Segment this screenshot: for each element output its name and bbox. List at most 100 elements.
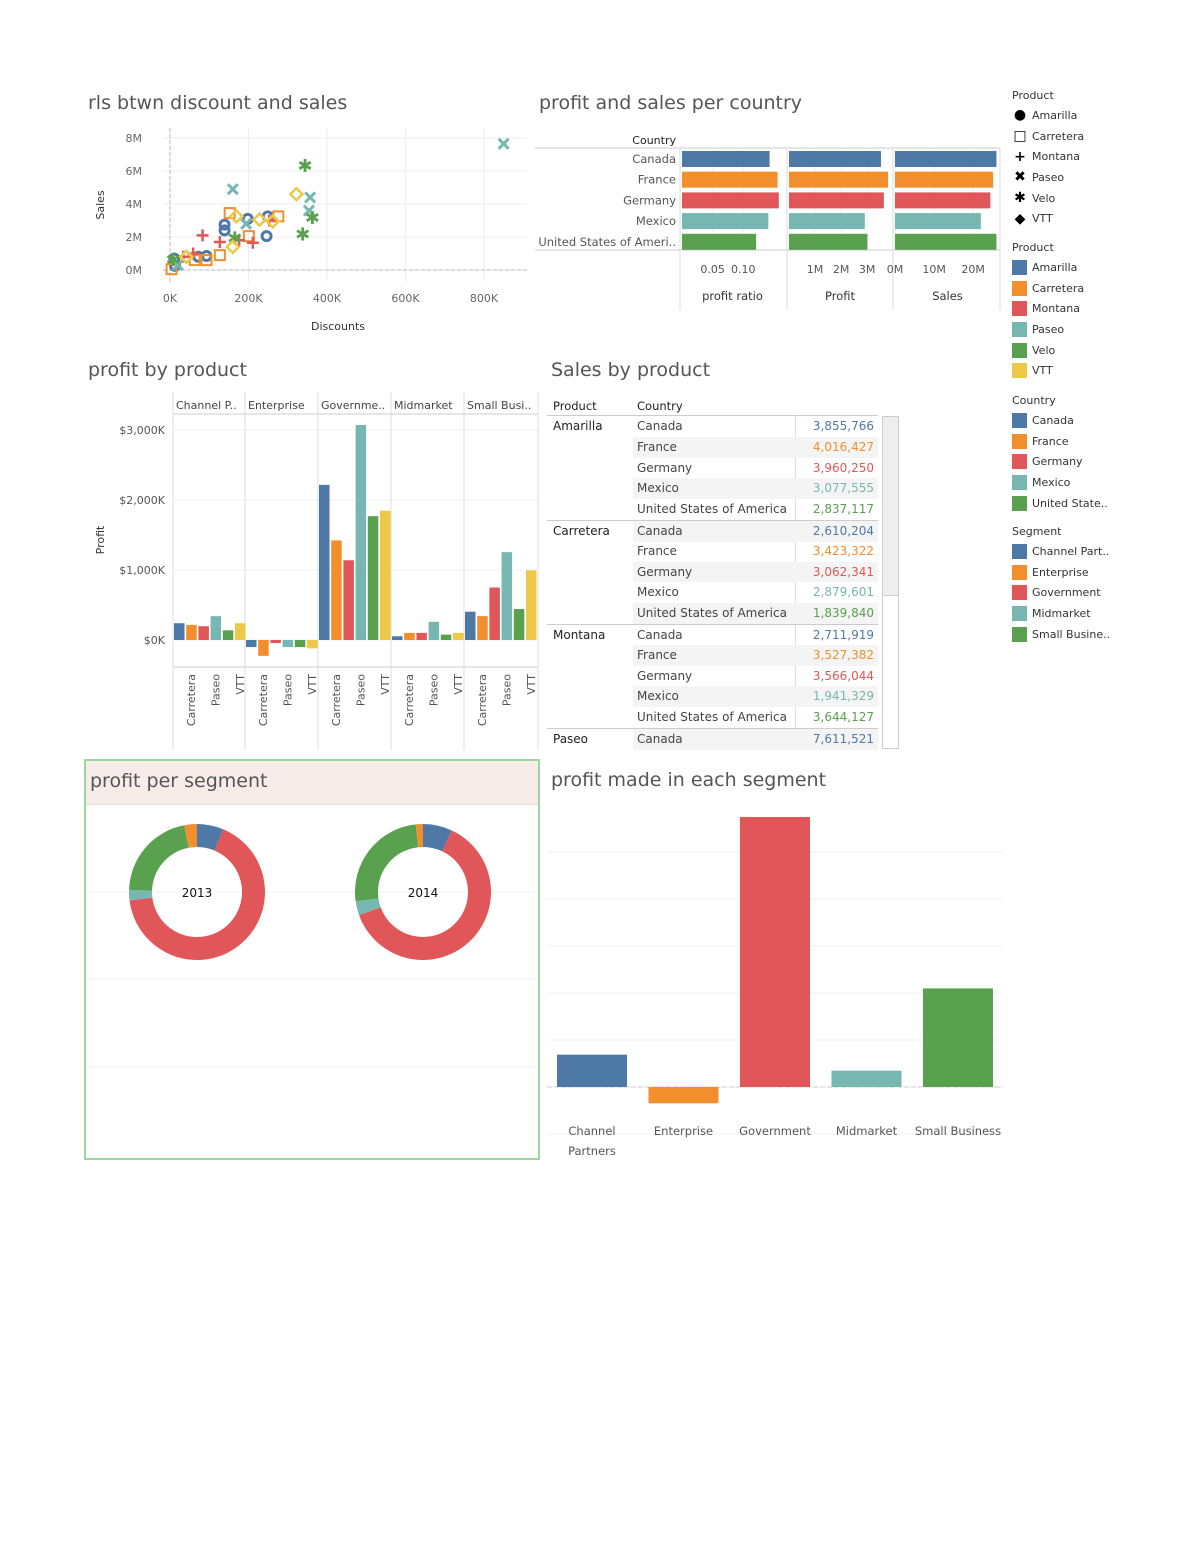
product-bar bbox=[526, 570, 537, 640]
panel-header: Midmarket bbox=[394, 399, 453, 412]
point-velo: ✱ bbox=[295, 225, 310, 246]
country-cell: United States of America bbox=[637, 502, 787, 517]
point-velo: ✱ bbox=[297, 156, 312, 177]
legend-item[interactable]: Amarilla bbox=[1012, 257, 1084, 278]
product-cell: Montana bbox=[553, 628, 606, 642]
x-tick-label: 200K bbox=[234, 292, 263, 305]
tick-label: 10M bbox=[922, 263, 946, 276]
legend-item[interactable]: + Montana bbox=[1012, 146, 1084, 167]
donut-charts: 2013 2014 bbox=[86, 824, 538, 1068]
point-amarilla bbox=[260, 230, 273, 243]
panel-header: Governme.. bbox=[321, 399, 385, 412]
y-tick-label: 6M bbox=[126, 165, 143, 178]
sales-cell: 3,644,127 bbox=[812, 710, 874, 725]
color-swatch bbox=[1012, 474, 1027, 490]
table-row: France 4,016,427 bbox=[547, 436, 878, 458]
product-bar bbox=[222, 630, 234, 640]
legend-item[interactable]: □ Carretera bbox=[1012, 126, 1084, 147]
country-cell: Germany bbox=[637, 460, 693, 475]
color-swatch bbox=[1012, 321, 1027, 337]
table-scrollbar[interactable] bbox=[882, 416, 899, 749]
scrollbar-thumb[interactable] bbox=[883, 417, 898, 596]
product-bar bbox=[343, 560, 354, 640]
product-bar bbox=[307, 640, 318, 649]
country-bar bbox=[682, 171, 778, 188]
product-bar bbox=[331, 540, 342, 640]
legend-item[interactable]: ✱ Velo bbox=[1012, 188, 1084, 209]
legend-label: Mexico bbox=[1032, 475, 1071, 489]
x-tick-label: Paseo bbox=[282, 674, 295, 706]
x-tick-label: Carretera bbox=[257, 674, 270, 726]
country-cell: France bbox=[637, 439, 677, 454]
legend-item[interactable]: ● Amarilla bbox=[1012, 105, 1084, 126]
product-profit-title: profit by product bbox=[88, 359, 247, 381]
legend-item[interactable]: ✖ Paseo bbox=[1012, 167, 1084, 188]
panel-header: Enterprise bbox=[248, 399, 305, 412]
legend-title: Product bbox=[1012, 241, 1054, 254]
color-swatch bbox=[1012, 433, 1027, 449]
legend-item[interactable]: Paseo bbox=[1012, 319, 1084, 340]
x-tick-label: Paseo bbox=[355, 674, 368, 706]
legend-segment-color: Segment Channel Part.. Enterprise Governme… bbox=[1012, 525, 1110, 644]
legend-item[interactable]: Canada bbox=[1012, 410, 1108, 431]
product-bar bbox=[380, 510, 391, 640]
legend-item[interactable]: Channel Part.. bbox=[1012, 541, 1110, 562]
color-swatch bbox=[1012, 280, 1027, 296]
legend-item[interactable]: Germany bbox=[1012, 451, 1108, 472]
country-cell: Germany bbox=[637, 564, 693, 579]
table-row: Germany 3,960,250 bbox=[547, 458, 878, 479]
product-bar bbox=[489, 587, 500, 640]
sales-cell: 3,062,341 bbox=[812, 564, 874, 579]
header-country: Country bbox=[637, 399, 683, 413]
point-vtt bbox=[228, 208, 245, 225]
circle-icon: ● bbox=[1013, 107, 1027, 124]
table-row: United States of America 2,837,117 bbox=[547, 499, 878, 520]
legend-item[interactable]: Enterprise bbox=[1012, 562, 1110, 583]
product-bar bbox=[294, 640, 306, 648]
legend-label: Velo bbox=[1032, 191, 1056, 205]
product-bar bbox=[392, 636, 403, 640]
legend-item[interactable]: Montana bbox=[1012, 298, 1084, 319]
country-cell: Mexico bbox=[637, 689, 679, 704]
legend-label: Montana bbox=[1032, 150, 1080, 164]
country-label: Mexico bbox=[636, 214, 676, 228]
scatter-chart: 0K 200K 400K 600K 800K 0M 2M 4M 6M 8M Discounts Sal… bbox=[94, 128, 527, 333]
sales-cell: 2,837,117 bbox=[812, 502, 874, 517]
country-bar bbox=[789, 151, 881, 167]
legend-item[interactable]: Mexico bbox=[1012, 472, 1108, 493]
legend-label: Velo bbox=[1032, 343, 1056, 357]
x-tick-label: Paseo bbox=[210, 674, 223, 706]
product-bar bbox=[404, 632, 415, 640]
y-tick-label: $3,000K bbox=[119, 424, 165, 437]
legend-label: Montana bbox=[1032, 302, 1080, 316]
legend-country-color: Country Canada France Germany Mexico United … bbox=[1012, 394, 1108, 513]
sales-cell: 4,016,427 bbox=[812, 439, 874, 454]
legend-label: France bbox=[1032, 434, 1069, 448]
legend-item[interactable]: VTT bbox=[1012, 360, 1084, 381]
product-bar bbox=[198, 626, 209, 640]
legend-item[interactable]: Small Busine.. bbox=[1012, 624, 1110, 645]
tick-label: 3M bbox=[859, 263, 876, 276]
legend-label: Paseo bbox=[1032, 170, 1065, 184]
legend-item[interactable]: United State.. bbox=[1012, 493, 1108, 514]
legend-label: United State.. bbox=[1032, 496, 1108, 510]
legend-item[interactable]: Midmarket bbox=[1012, 603, 1110, 624]
legend-label: Midmarket bbox=[1032, 606, 1091, 620]
legend-label: Canada bbox=[1032, 413, 1074, 427]
country-label: France bbox=[638, 173, 676, 187]
legend-item[interactable]: France bbox=[1012, 431, 1108, 452]
y-tick-label: 8M bbox=[126, 132, 143, 145]
point-vtt bbox=[288, 186, 305, 202]
legend-item[interactable]: Government bbox=[1012, 582, 1110, 603]
product-bar bbox=[282, 640, 294, 648]
country-bar bbox=[789, 213, 865, 230]
legend-item[interactable]: Velo bbox=[1012, 340, 1084, 361]
country-bar bbox=[789, 192, 884, 209]
sales-cell: 3,960,250 bbox=[812, 460, 874, 475]
legend-label: Amarilla bbox=[1032, 260, 1078, 274]
tick-label: 1M bbox=[807, 263, 824, 276]
legend-item[interactable]: ◆ VTT bbox=[1012, 208, 1084, 229]
segment-bar-title: profit made in each segment bbox=[551, 769, 827, 791]
legend-item[interactable]: Carretera bbox=[1012, 278, 1084, 299]
y-tick-label: 4M bbox=[126, 198, 143, 211]
